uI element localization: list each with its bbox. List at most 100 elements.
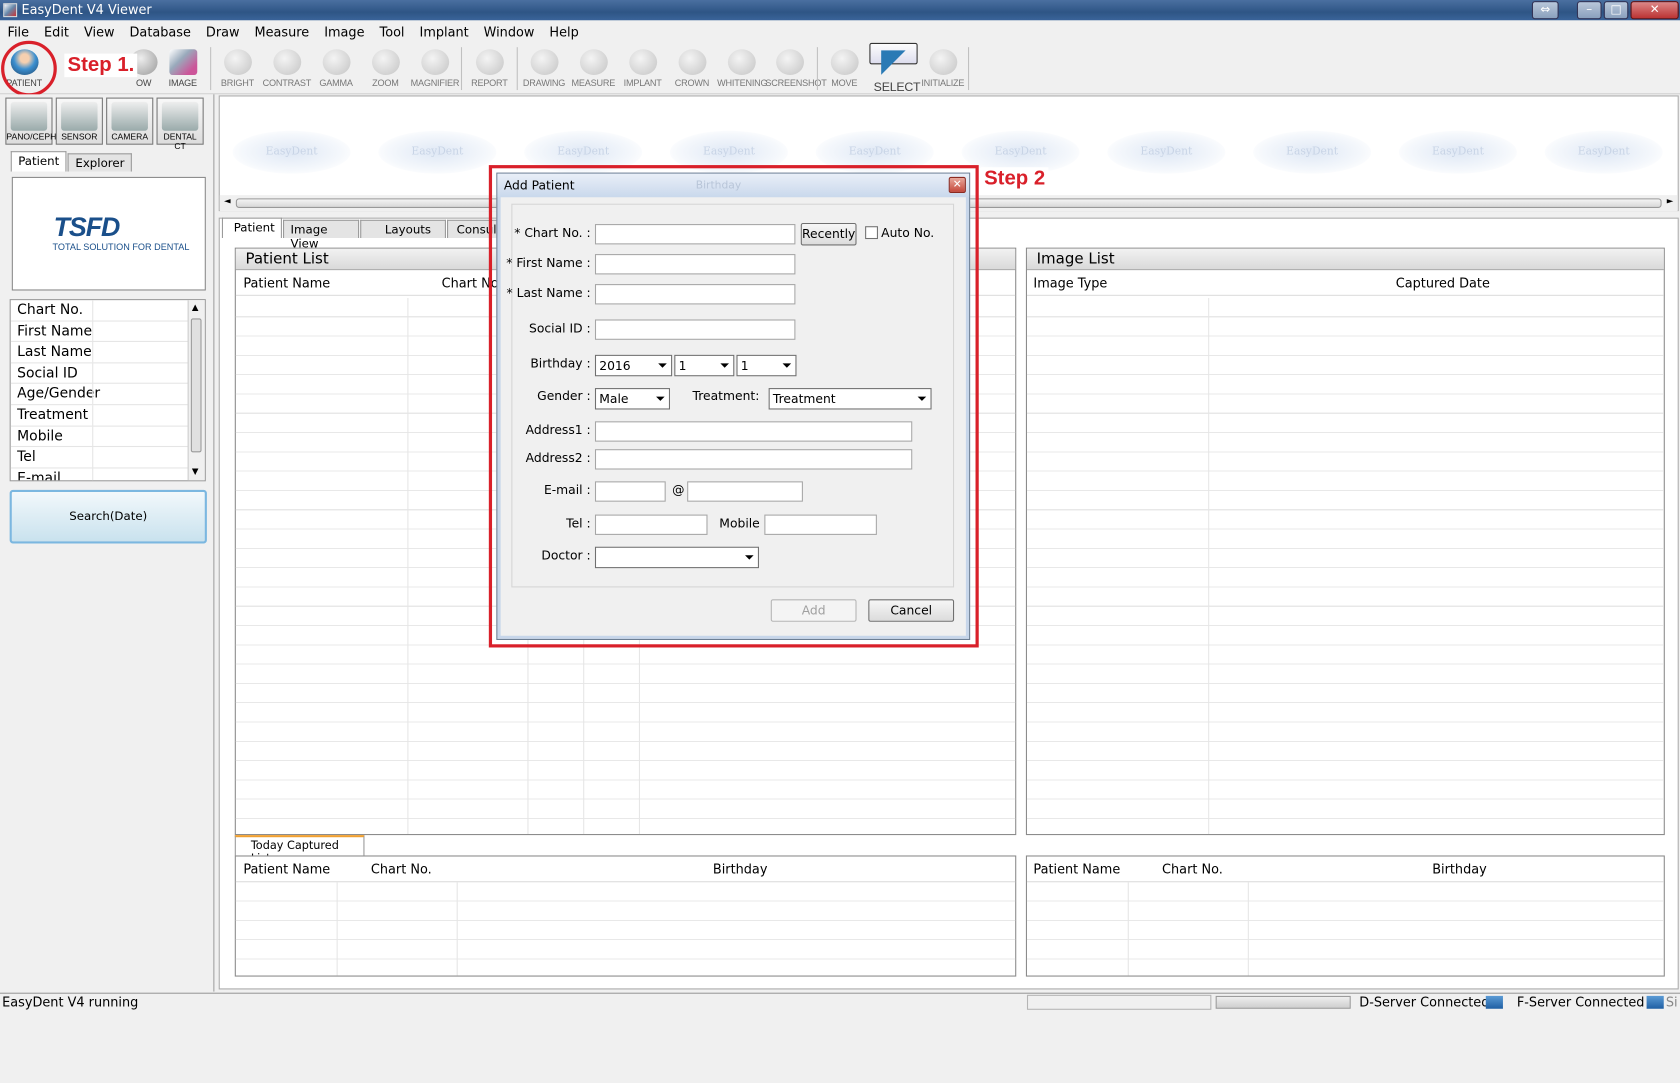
measure-icon — [579, 49, 608, 76]
screenshot-button[interactable]: SCREENSHOT — [765, 43, 827, 93]
contrast-icon — [272, 49, 301, 76]
tab-image-view[interactable]: Image View — [283, 219, 360, 251]
col-chart-no[interactable]: Chart No. — [1162, 857, 1223, 883]
tel-input[interactable] — [594, 514, 708, 535]
col-chart-no[interactable]: Chart No. — [371, 857, 432, 883]
chart-no-input[interactable] — [594, 224, 796, 245]
tab-today-captured[interactable]: Today Captured List — [234, 835, 365, 865]
col-patient-name[interactable]: Patient Name — [1033, 857, 1120, 883]
menu-help[interactable]: Help — [542, 24, 586, 39]
chevron-down-icon — [782, 363, 792, 368]
menu-file[interactable]: File — [0, 24, 37, 39]
magnifier-icon — [420, 49, 449, 76]
move-button[interactable]: MOVE — [820, 43, 868, 93]
implant-button[interactable]: IMPLANT — [619, 43, 667, 93]
address1-input[interactable] — [594, 421, 913, 442]
pano-ceph-button[interactable]: PANO/CEPH — [5, 97, 56, 145]
watermark: EasyDent — [378, 130, 497, 174]
field-social-id[interactable]: Social ID — [10, 363, 189, 385]
dental-ct-button[interactable]: DENTAL CT — [156, 97, 204, 151]
treatment-select[interactable]: Treatment — [768, 388, 932, 410]
scroll-down-icon[interactable]: ▼ — [192, 466, 199, 476]
col-birthday[interactable]: Birthday — [1432, 857, 1487, 883]
dental-ct-icon — [161, 101, 199, 131]
tab-main-patient[interactable]: Patient — [221, 217, 282, 238]
menu-edit[interactable]: Edit — [37, 24, 77, 39]
email-user-input[interactable] — [594, 481, 666, 502]
progress-bar — [1215, 995, 1351, 1009]
field-treatment[interactable]: Treatment — [10, 405, 189, 427]
social-id-input[interactable] — [594, 319, 796, 340]
field-last-name[interactable]: Last Name — [10, 342, 189, 364]
field-age-gender[interactable]: Age/Gender — [10, 384, 189, 406]
image-list-rows — [1026, 298, 1664, 835]
col-captured-date[interactable]: Captured Date — [1396, 270, 1490, 296]
address2-input[interactable] — [594, 449, 913, 470]
field-chart-no[interactable]: Chart No. — [10, 300, 189, 322]
menu-measure[interactable]: Measure — [247, 24, 317, 39]
select-button[interactable]: SELECT — [869, 42, 921, 94]
recently-button[interactable]: Recently — [800, 222, 857, 246]
menu-database[interactable]: Database — [122, 24, 198, 39]
restore-icon[interactable]: ⇔ — [1531, 1, 1559, 20]
minimize-button[interactable]: – — [1576, 1, 1602, 20]
field-first-name[interactable]: First Name — [10, 321, 189, 343]
add-button[interactable]: Add — [770, 599, 857, 622]
measure-button[interactable]: MEASURE — [569, 43, 617, 93]
cancel-button[interactable]: Cancel — [868, 599, 955, 622]
field-email[interactable]: E-mail — [11, 468, 189, 481]
treatment-label: Treatment: — [692, 388, 760, 404]
dialog-close-icon[interactable]: ✕ — [948, 176, 966, 193]
menu-draw[interactable]: Draw — [198, 24, 247, 39]
birthday-month-select[interactable]: 1 — [674, 354, 735, 377]
doctor-select[interactable] — [594, 546, 759, 569]
maximize-button[interactable]: □ — [1603, 1, 1629, 20]
auto-no-checkbox[interactable] — [865, 226, 878, 240]
scroll-right-icon[interactable]: ► — [1667, 196, 1674, 206]
report-button[interactable]: REPORT — [465, 43, 513, 93]
scroll-thumb[interactable] — [190, 318, 202, 453]
magnifier-button[interactable]: MAGNIFIER — [411, 43, 459, 93]
menu-implant[interactable]: Implant — [412, 24, 476, 39]
birthday-label: Birthday : — [530, 355, 591, 371]
mobile-input[interactable] — [764, 514, 877, 535]
drawing-button[interactable]: DRAWING — [520, 43, 568, 93]
menu-tool[interactable]: Tool — [372, 24, 412, 39]
last-name-input[interactable] — [594, 284, 796, 305]
sensor-button[interactable]: SENSOR — [55, 97, 103, 145]
first-name-label: * First Name : — [506, 255, 591, 271]
initialize-button[interactable]: INITIALIZE — [919, 43, 967, 93]
col-image-type[interactable]: Image Type — [1033, 270, 1107, 296]
birthday-day-select[interactable]: 1 — [736, 354, 797, 377]
tab-layouts[interactable]: Layouts — [360, 219, 446, 238]
bright-button[interactable]: BRIGHT — [213, 43, 261, 93]
menu-view[interactable]: View — [76, 24, 122, 39]
field-tel[interactable]: Tel — [10, 447, 189, 469]
image-button[interactable]: IMAGE — [159, 43, 207, 93]
tab-explorer[interactable]: Explorer — [67, 153, 132, 172]
search-date-button[interactable]: Search(Date) — [9, 489, 207, 544]
sensor-icon — [61, 101, 98, 131]
col-patient-name[interactable]: Patient Name — [243, 857, 330, 883]
first-name-input[interactable] — [594, 254, 796, 275]
chevron-down-icon — [658, 363, 667, 368]
zoom-button[interactable]: ZOOM — [361, 43, 409, 93]
gender-select[interactable]: Male — [594, 388, 670, 410]
contrast-button[interactable]: CONTRAST — [263, 43, 311, 93]
field-mobile[interactable]: Mobile — [10, 426, 189, 448]
scroll-left-icon[interactable]: ◄ — [224, 196, 231, 206]
birthday-year-select[interactable]: 2016 — [594, 354, 673, 377]
search-grid-scrollbar[interactable]: ▲ ▼ — [187, 300, 205, 481]
crown-button[interactable]: CROWN — [668, 43, 716, 93]
menu-window[interactable]: Window — [476, 24, 542, 39]
whitening-button[interactable]: WHITENING — [717, 43, 768, 93]
tab-patient[interactable]: Patient — [10, 151, 67, 172]
gamma-button[interactable]: GAMMA — [312, 43, 360, 93]
close-button[interactable]: ✕ — [1630, 1, 1679, 20]
scroll-up-icon[interactable]: ▲ — [192, 302, 199, 312]
email-domain-input[interactable] — [687, 481, 803, 502]
col-birthday[interactable]: Birthday — [713, 857, 768, 883]
menu-image[interactable]: Image — [317, 24, 372, 39]
camera-button[interactable]: CAMERA — [106, 97, 154, 145]
col-patient-name[interactable]: Patient Name — [243, 270, 330, 296]
